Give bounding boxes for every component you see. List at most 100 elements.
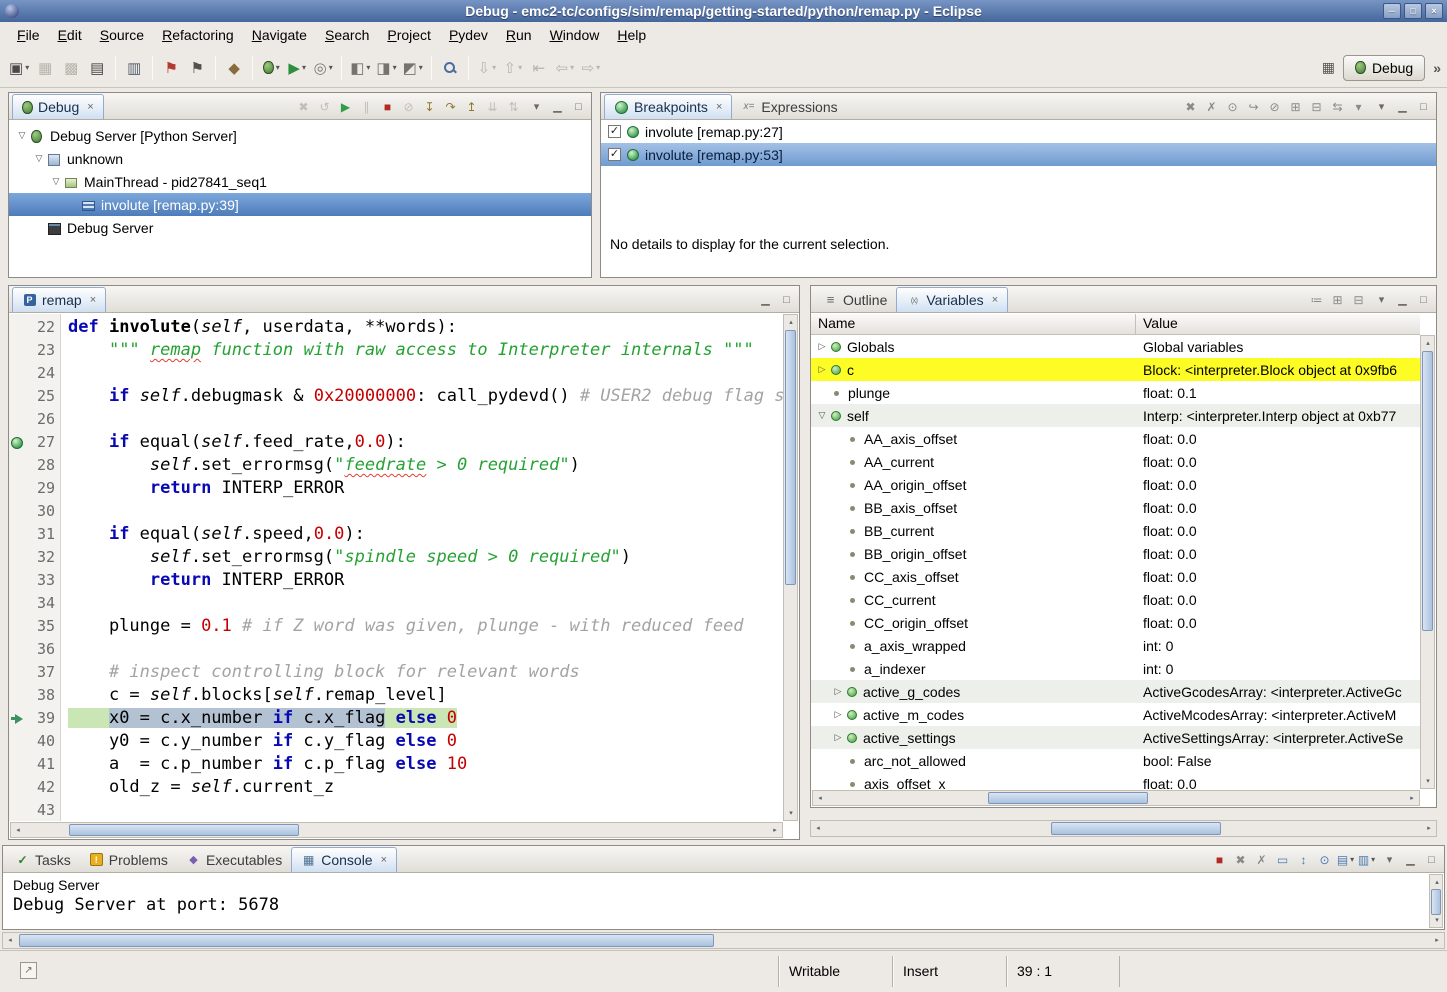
variable-row[interactable]: CC_currentfloat: 0.0 bbox=[811, 588, 1420, 611]
debug-tree-item[interactable]: ▽Debug Server [Python Server] bbox=[9, 124, 591, 147]
close-icon[interactable]: × bbox=[716, 101, 722, 113]
code-line-33[interactable]: return INTERP_ERROR bbox=[68, 569, 783, 592]
collapse-all-button[interactable]: ⊟ bbox=[1307, 97, 1326, 116]
new-pydev-class-button[interactable]: ◩▾ bbox=[400, 55, 426, 81]
debug-tree-item[interactable]: ▽unknown bbox=[9, 147, 591, 170]
pin-console-button[interactable]: ⊙ bbox=[1315, 850, 1334, 869]
column-header-value[interactable]: Value bbox=[1136, 314, 1420, 334]
editor-line-numbers[interactable]: 2223242526272829303132333435363738394041… bbox=[25, 314, 61, 821]
open-console-toolbar-button[interactable]: ▥ bbox=[121, 55, 147, 81]
editor-horizontal-scrollbar[interactable]: ◂ ▸ bbox=[10, 822, 783, 838]
code-line-41[interactable]: a = c.p_number if c.p_flag else 10 bbox=[68, 753, 783, 776]
close-icon[interactable]: × bbox=[381, 854, 387, 866]
code-line-30[interactable] bbox=[68, 500, 783, 523]
scrollbar-thumb[interactable] bbox=[988, 792, 1148, 804]
previous-annotation-button[interactable]: ⇧▾ bbox=[500, 55, 526, 81]
variables-horizontal-scrollbar[interactable]: ◂ ▸ bbox=[812, 790, 1420, 806]
show-logical-structure-button[interactable]: ⊞ bbox=[1328, 290, 1347, 309]
code-line-34[interactable] bbox=[68, 592, 783, 615]
editor-tab-remap[interactable]: remap× bbox=[12, 287, 106, 312]
expander-icon[interactable]: ▷ bbox=[815, 341, 829, 352]
console-output-area[interactable]: Debug Server Debug Server at port: 5678 bbox=[3, 874, 1428, 929]
suspend-button[interactable]: ∥ bbox=[357, 97, 376, 116]
debug-tab-debug[interactable]: Debug× bbox=[12, 94, 104, 119]
scrollbar-thumb[interactable] bbox=[1422, 351, 1433, 631]
breakpoint-row[interactable]: ✓involute [remap.py:53] bbox=[601, 143, 1436, 166]
expander-icon[interactable]: ▷ bbox=[831, 709, 845, 720]
view-menu-button[interactable]: ▾ bbox=[1380, 850, 1399, 869]
code-line-39[interactable]: x0 = c.x_number if c.x_flag else 0 bbox=[68, 707, 783, 730]
variable-row[interactable]: ▽selfInterp: <interpreter.Interp object … bbox=[811, 404, 1420, 427]
expander-icon[interactable]: ▷ bbox=[815, 364, 829, 375]
print-button[interactable]: ▤ bbox=[84, 55, 110, 81]
menu-project[interactable]: Project bbox=[378, 24, 440, 46]
open-perspective-icon[interactable]: ▦ bbox=[1322, 59, 1335, 76]
code-line-32[interactable]: self.set_errormsg("spindle speed > 0 req… bbox=[68, 546, 783, 569]
code-line-40[interactable]: y0 = c.y_number if c.y_flag else 0 bbox=[68, 730, 783, 753]
menu-pydev[interactable]: Pydev bbox=[440, 24, 497, 46]
collapse-all-button[interactable]: ⊟ bbox=[1349, 290, 1368, 309]
variable-row[interactable]: ▷active_m_codesActiveMcodesArray: <inter… bbox=[811, 703, 1420, 726]
breakpoint-checkbox[interactable]: ✓ bbox=[608, 125, 621, 138]
code-line-26[interactable] bbox=[68, 408, 783, 431]
clear-console-button[interactable]: ▭ bbox=[1273, 850, 1292, 869]
go-to-file-for-breakpoint-button[interactable]: ↪ bbox=[1244, 97, 1263, 116]
menu-file[interactable]: File bbox=[8, 24, 49, 46]
new-pydev-module-button[interactable]: ◧▾ bbox=[347, 55, 373, 81]
code-line-25[interactable]: if self.debugmask & 0x20000000: call_pyd… bbox=[68, 385, 783, 408]
expand-all-button[interactable]: ⊞ bbox=[1286, 97, 1305, 116]
close-button[interactable]: × bbox=[1425, 3, 1443, 19]
link-with-debug-view-button[interactable]: ⇆ bbox=[1328, 97, 1347, 116]
scroll-right-icon[interactable]: ▸ bbox=[768, 823, 782, 837]
minimize-view-button[interactable]: ▁ bbox=[756, 290, 775, 309]
restart-button[interactable]: ↺ bbox=[315, 97, 334, 116]
console-vertical-scrollbar[interactable]: ▴ ▾ bbox=[1429, 874, 1443, 928]
variable-row[interactable]: CC_origin_offsetfloat: 0.0 bbox=[811, 611, 1420, 634]
breakpoints-tab-breakpoints[interactable]: Breakpoints× bbox=[604, 94, 732, 119]
step-over-button[interactable]: ↷ bbox=[441, 97, 460, 116]
console-horizontal-scrollbar[interactable]: ◂ ▸ bbox=[2, 932, 1445, 949]
step-into-button[interactable]: ↧ bbox=[420, 97, 439, 116]
drop-to-frame-button[interactable]: ⇊ bbox=[483, 97, 502, 116]
minimize-view-button[interactable]: ▁ bbox=[1393, 290, 1412, 309]
terminate-console-button[interactable]: ■ bbox=[1210, 850, 1229, 869]
editor-marker-bar[interactable] bbox=[9, 314, 25, 821]
save-all-button[interactable]: ▩ bbox=[58, 55, 84, 81]
variable-row[interactable]: arc_not_allowedbool: False bbox=[811, 749, 1420, 772]
menu-refactoring[interactable]: Refactoring bbox=[153, 24, 243, 46]
code-line-38[interactable]: c = self.blocks[self.remap_level] bbox=[68, 684, 783, 707]
back-button[interactable]: ⇦▾ bbox=[552, 55, 578, 81]
code-line-35[interactable]: plunge = 0.1 # if Z word was given, plun… bbox=[68, 615, 783, 638]
maximize-button[interactable]: □ bbox=[1404, 3, 1422, 19]
close-icon[interactable]: × bbox=[90, 294, 96, 306]
scroll-up-icon[interactable]: ▴ bbox=[1421, 336, 1435, 350]
use-step-filters-button[interactable]: ⇅ bbox=[504, 97, 523, 116]
expander-icon[interactable]: ▷ bbox=[831, 732, 845, 743]
breakpoint-row[interactable]: ✓involute [remap.py:27] bbox=[601, 120, 1436, 143]
code-line-24[interactable] bbox=[68, 362, 783, 385]
forward-button[interactable]: ⇨▾ bbox=[578, 55, 604, 81]
minimize-view-button[interactable]: ▁ bbox=[548, 97, 567, 116]
expander-icon[interactable]: ▽ bbox=[15, 130, 29, 141]
scrollbar-thumb[interactable] bbox=[1051, 822, 1221, 835]
search-button[interactable] bbox=[437, 55, 463, 81]
open-console-button[interactable]: ▥▾ bbox=[1357, 850, 1376, 869]
scrollbar-thumb[interactable] bbox=[1431, 889, 1441, 915]
debug-tree-item[interactable]: ▽MainThread - pid27841_seq1 bbox=[9, 170, 591, 193]
maximize-view-button[interactable]: □ bbox=[569, 97, 588, 116]
remove-all-breakpoints-button[interactable]: ✗ bbox=[1202, 97, 1221, 116]
maximize-view-button[interactable]: □ bbox=[777, 290, 796, 309]
bottom-tab-tasks[interactable]: Tasks bbox=[6, 847, 80, 872]
scroll-down-icon[interactable]: ▾ bbox=[1430, 913, 1444, 927]
show-breakpoints-supported-button[interactable]: ⊙ bbox=[1223, 97, 1242, 116]
variable-row[interactable]: AA_origin_offsetfloat: 0.0 bbox=[811, 473, 1420, 496]
menu-help[interactable]: Help bbox=[608, 24, 655, 46]
resume-button[interactable]: ▶ bbox=[336, 97, 355, 116]
expander-icon[interactable]: ▽ bbox=[49, 176, 63, 187]
variable-row[interactable]: ▷GlobalsGlobal variables bbox=[811, 335, 1420, 358]
debug-tree-item[interactable]: Debug Server bbox=[9, 216, 591, 239]
scrollbar-thumb[interactable] bbox=[69, 824, 299, 836]
variable-row[interactable]: BB_currentfloat: 0.0 bbox=[811, 519, 1420, 542]
terminate-button[interactable]: ■ bbox=[378, 97, 397, 116]
bottom-tab-executables[interactable]: Executables bbox=[177, 847, 291, 872]
